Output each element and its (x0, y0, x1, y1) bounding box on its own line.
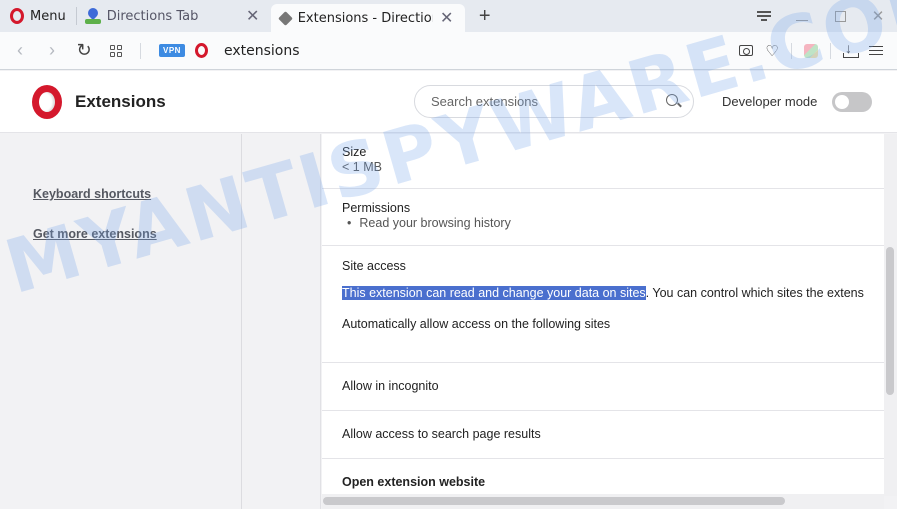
toolbar-separator (830, 42, 831, 59)
camera-icon (739, 45, 753, 56)
site-access-section: Site access This extension can read and … (322, 246, 884, 363)
reload-icon: ↻ (76, 40, 92, 60)
grid-icon (110, 44, 122, 57)
toolbar-separator (791, 42, 792, 59)
permission-text: Read your browsing history (359, 216, 511, 230)
tab-title: Directions Tab (106, 8, 199, 24)
tab-strip: Menu Directions Tab ✕ Extensions - Direc… (0, 0, 897, 32)
address-field[interactable]: extensions (224, 43, 300, 59)
size-label: Size (342, 145, 367, 159)
sidebar: Keyboard shortcuts Get more extensions (0, 134, 242, 509)
window-controls: ✕ (745, 0, 897, 32)
search-icon[interactable] (666, 94, 681, 109)
page-title: Extensions (75, 91, 166, 111)
content-gutter (243, 134, 321, 509)
vertical-scrollbar-thumb[interactable] (886, 247, 894, 395)
bookmark-heart-button[interactable]: ♡ (759, 38, 785, 64)
site-access-description: This extension can read and change your … (342, 286, 884, 300)
menu-label: Menu (30, 8, 66, 24)
back-icon: ‹ (17, 40, 23, 60)
opera-logo-icon (32, 84, 62, 119)
downloads-button[interactable] (837, 38, 863, 64)
toolbar-actions: ♡ (733, 38, 897, 64)
search-input[interactable] (431, 94, 666, 109)
opera-page-icon (194, 43, 208, 58)
tab-menu-button[interactable] (745, 0, 783, 32)
developer-mode-toggle[interactable] (832, 92, 872, 112)
tab-extensions[interactable]: Extensions - Directions Tab ✕ (270, 4, 465, 32)
search-box (414, 85, 694, 118)
snapshot-button[interactable] (733, 38, 759, 64)
auto-allow-label: Automatically allow access on the follow… (342, 317, 611, 331)
extension-details: Size < 1 MB Permissions • Read your brow… (322, 134, 884, 494)
opera-logo-icon (10, 8, 24, 24)
allow-incognito-label: Allow in incognito (342, 379, 439, 393)
extension-cube-icon (277, 10, 293, 26)
minimize-icon (796, 19, 808, 21)
close-tab-icon[interactable]: ✕ (245, 8, 261, 24)
close-tab-icon[interactable]: ✕ (439, 10, 455, 26)
easy-setup-button[interactable] (863, 38, 889, 64)
bullet-icon: • (347, 216, 352, 230)
tab-title: Extensions - Directions Tab (297, 10, 433, 26)
toolbar-separator (140, 42, 141, 59)
tab-menu-icon (757, 11, 771, 21)
minimize-button[interactable] (783, 0, 821, 32)
allow-incognito-row[interactable]: Allow in incognito (322, 363, 884, 411)
forward-button[interactable]: › (36, 35, 68, 67)
new-tab-button[interactable]: + (473, 5, 497, 28)
address-toolbar: ‹ › ↻ VPN extensions ♡ (0, 32, 897, 70)
extensions-button[interactable] (798, 38, 824, 64)
horizontal-scrollbar-thumb[interactable] (323, 497, 785, 505)
selected-text: This extension can read and change your … (342, 286, 646, 300)
close-window-button[interactable]: ✕ (859, 0, 897, 32)
reload-button[interactable]: ↻ (68, 35, 100, 67)
allow-search-results-row[interactable]: Allow access to search page results (322, 411, 884, 459)
allow-search-results-label: Allow access to search page results (342, 427, 541, 441)
maximize-button[interactable] (821, 0, 859, 32)
download-icon (843, 40, 859, 58)
permissions-section: Permissions • Read your browsing history (322, 189, 884, 246)
tab-directions[interactable]: Directions Tab ✕ (77, 0, 271, 32)
developer-mode-label: Developer mode (722, 94, 818, 109)
size-section: Size < 1 MB (322, 134, 884, 189)
open-website-row[interactable]: Open extension website (322, 459, 884, 494)
map-pin-icon (84, 8, 101, 24)
extensions-header: Extensions Developer mode (0, 71, 897, 133)
size-value: < 1 MB (342, 160, 382, 174)
forward-icon: › (49, 40, 55, 60)
close-icon: ✕ (871, 8, 885, 25)
opera-menu-button[interactable]: Menu (0, 0, 76, 32)
description-rest: . You can control which sites the extens (645, 286, 864, 300)
permission-item: • Read your browsing history (342, 216, 884, 230)
keyboard-shortcuts-link[interactable]: Keyboard shortcuts (33, 187, 151, 201)
back-button[interactable]: ‹ (4, 35, 36, 67)
sliders-icon (869, 45, 883, 57)
toggle-knob (835, 95, 849, 109)
heart-icon: ♡ (765, 42, 779, 60)
site-access-label: Site access (342, 259, 406, 273)
open-website-label: Open extension website (342, 475, 486, 489)
tabs-overview-button[interactable] (100, 35, 132, 67)
maximize-icon (834, 10, 846, 22)
get-more-extensions-link[interactable]: Get more extensions (33, 227, 157, 241)
permissions-label: Permissions (342, 201, 411, 215)
vpn-badge[interactable]: VPN (159, 44, 185, 57)
extension-cube-icon (804, 43, 818, 58)
